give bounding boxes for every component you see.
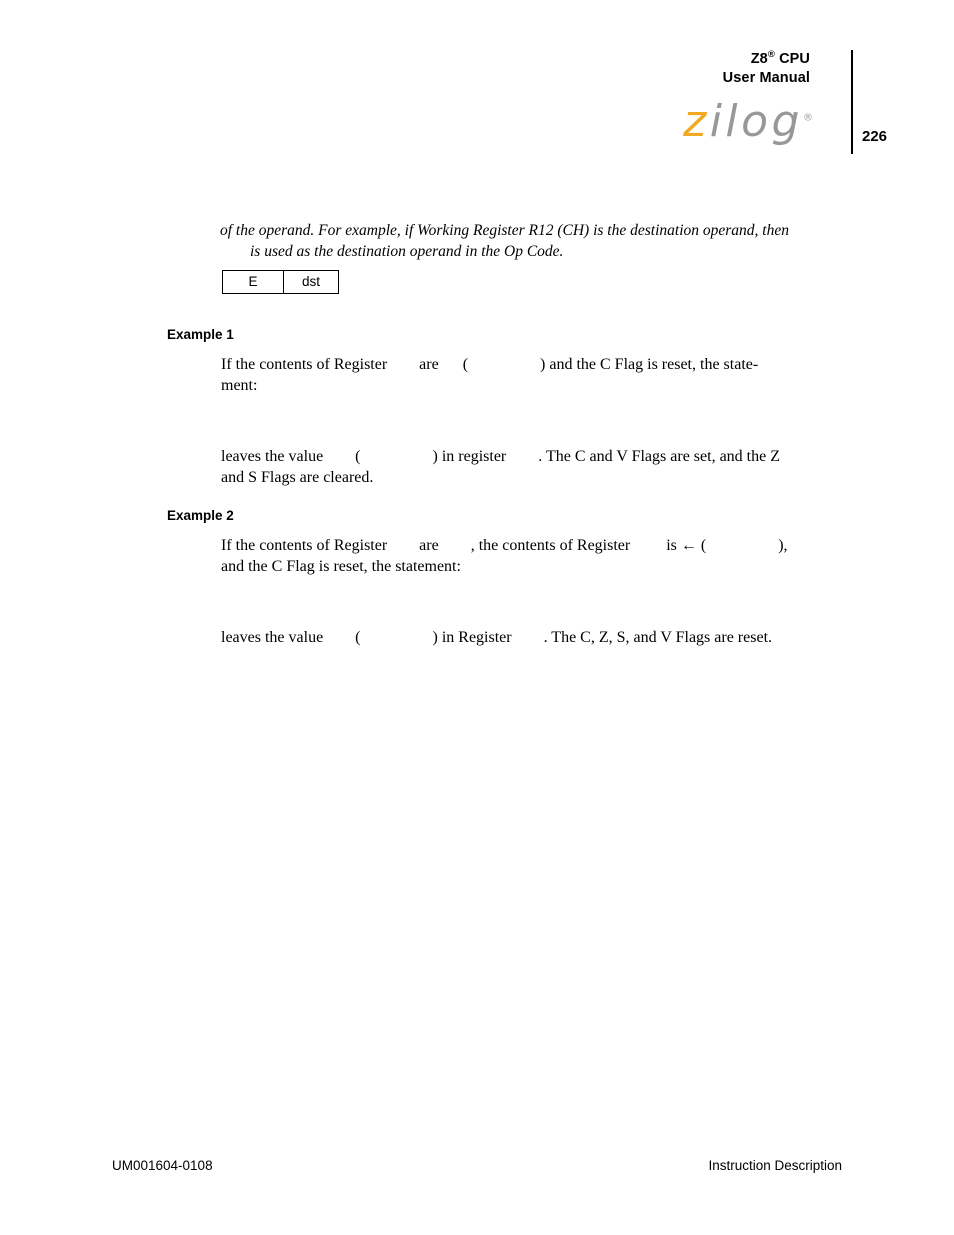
example-1-heading: Example 1 [167, 326, 234, 342]
example-1-paragraph-a: If the contents of Register are ( ) and … [221, 356, 759, 394]
example-2-heading: Example 2 [167, 507, 234, 523]
document-id: UM001604-0108 [112, 1158, 213, 1173]
header-divider-rule [851, 50, 853, 154]
product-title-line: Z8® CPU [723, 50, 810, 69]
page-number: 226 [862, 128, 888, 145]
document-page: Z8® CPU User Manual zilog® 226 of the op… [0, 0, 954, 1235]
manual-title-block: Z8® CPU User Manual [723, 50, 810, 88]
logo-registered-mark: ® [803, 112, 813, 124]
opcode-dst-cell: dst [283, 270, 339, 294]
page-footer: UM001604-0108 Instruction Description [0, 1158, 954, 1182]
example-1-paragraph-b: leaves the value ( ) in register . The C… [221, 448, 780, 486]
product-name: Z8 [750, 51, 768, 67]
section-name: Instruction Description [708, 1158, 842, 1173]
page-header: Z8® CPU User Manual zilog® 226 [600, 44, 920, 164]
example-2-paragraph-a: If the contents of Register are , the co… [221, 537, 788, 575]
logo-letters-ilog: ilog [709, 96, 803, 147]
zilog-logo: zilog® [683, 100, 813, 144]
opcode-table: E dst [222, 270, 339, 294]
manual-subtitle: User Manual [722, 70, 810, 86]
registered-trademark-icon: ® [767, 49, 775, 61]
intro-line-1: of the operand. For example, if Working … [220, 221, 789, 239]
logo-letter-z: z [683, 96, 710, 147]
table-row: E dst [222, 270, 339, 294]
intro-line-2: is used as the destination operand in th… [250, 243, 564, 260]
intro-paragraph: of the operand. For example, if Working … [220, 220, 840, 263]
product-name-suffix: CPU [774, 51, 810, 67]
example-2-paragraph-b: leaves the value ( ) in Register . The C… [221, 629, 773, 646]
opcode-nibble-cell: E [222, 270, 284, 294]
